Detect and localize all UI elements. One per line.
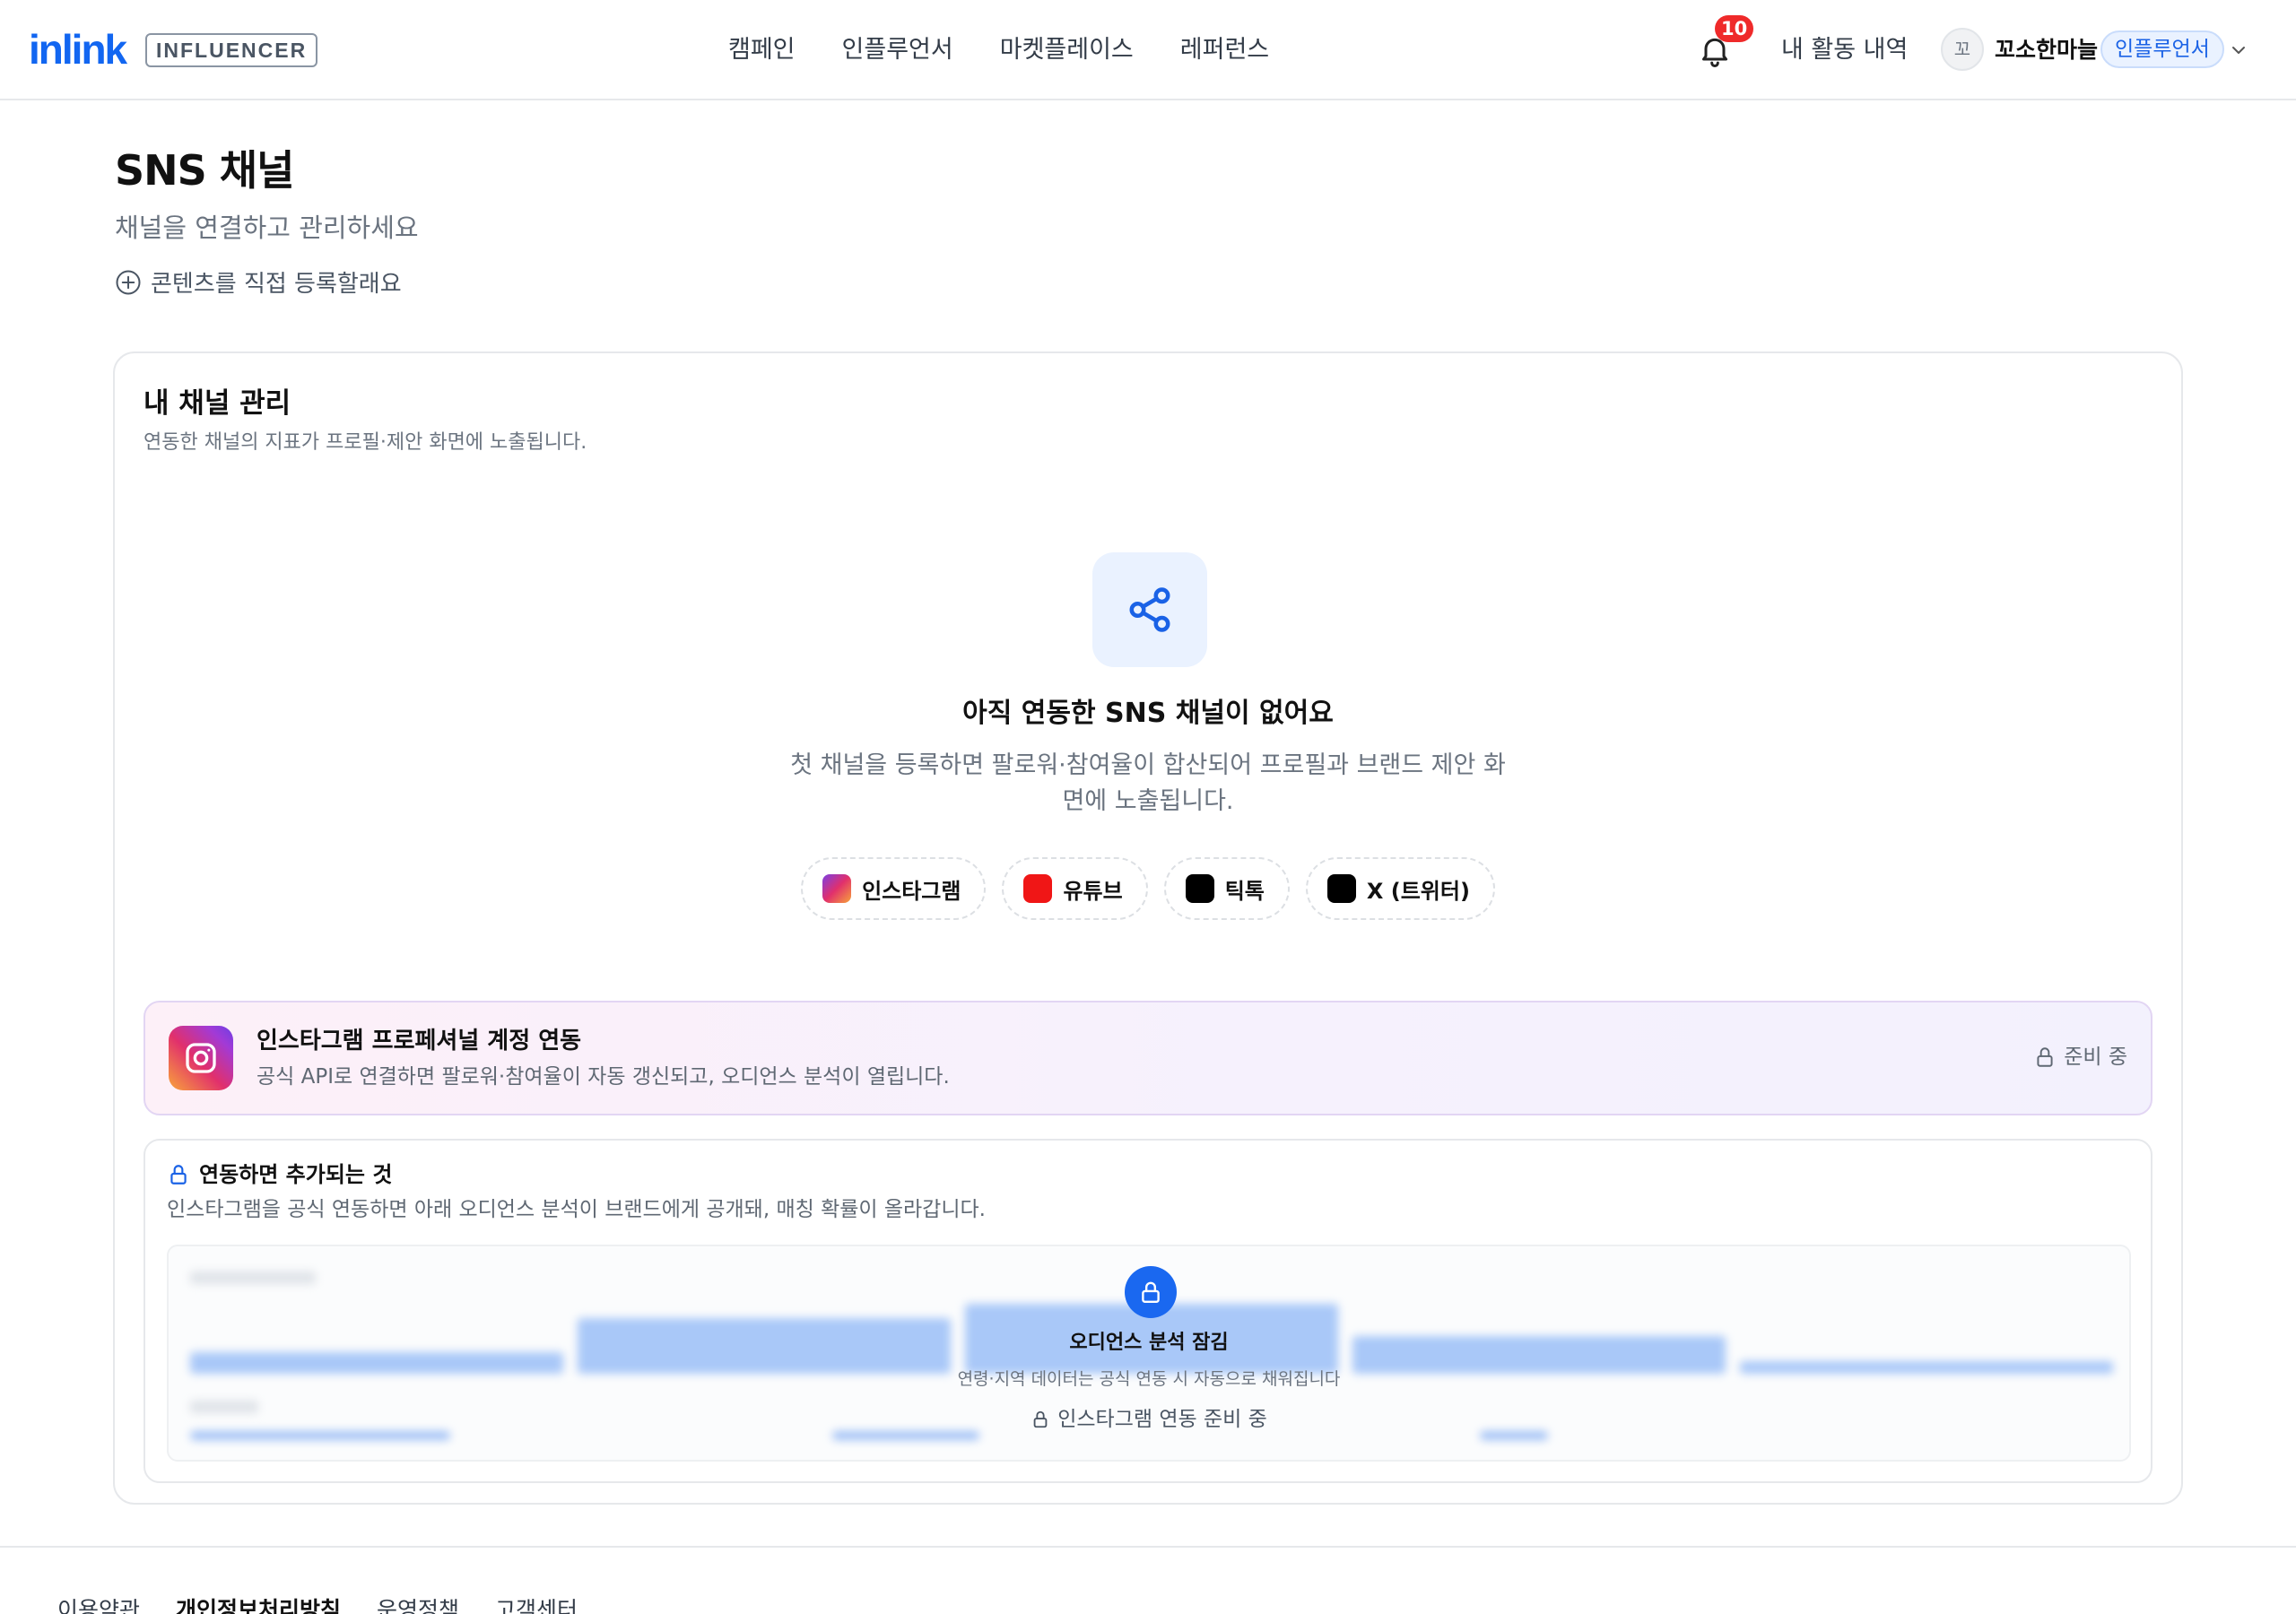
direct-register-label: 콘텐츠를 직접 등록할래요 bbox=[151, 271, 402, 298]
blurred-audience-preview: 오디언스 분석 잠김 연령·지역 데이터는 공식 연동 시 자동으로 채워집니다… bbox=[167, 1245, 2131, 1462]
nav-campaign[interactable]: 캠페인 bbox=[728, 32, 796, 68]
page-title: SNS 채널 bbox=[115, 146, 294, 195]
page-subtitle: 채널을 연결하고 관리하세요 bbox=[115, 213, 419, 243]
lock-icon bbox=[1033, 1410, 1048, 1428]
username[interactable]: 꼬소한마늘 bbox=[1995, 32, 2098, 68]
logo[interactable]: inlink bbox=[29, 27, 127, 72]
footer-terms[interactable]: 이용약관 bbox=[57, 1594, 140, 1614]
footer-support[interactable]: 고객센터 bbox=[495, 1594, 578, 1614]
chevron-down-icon[interactable] bbox=[2228, 39, 2249, 61]
pending-label: 인스타그램 연동 준비 중 bbox=[1057, 1408, 1267, 1431]
instagram-logo-icon bbox=[169, 1026, 233, 1090]
status-label: 준비 중 bbox=[2064, 1046, 2127, 1069]
empty-state-title: 아직 연동한 SNS 채널이 없어요 bbox=[962, 698, 1334, 729]
lock-overlay-description: 연령·지역 데이터는 공식 연동 시 자동으로 채워집니다 bbox=[957, 1369, 1341, 1389]
avatar[interactable]: 꼬 bbox=[1941, 28, 1984, 71]
main-nav: 캠페인 인플루언서 마켓플레이스 레퍼런스 bbox=[728, 32, 1269, 68]
lock-badge bbox=[1125, 1266, 1177, 1318]
logo-badge: INFLUENCER bbox=[145, 33, 318, 67]
footer-links: 이용약관 개인정보처리방침 운영정책 고객센터 bbox=[57, 1594, 578, 1614]
locked-analytics-box: 연동하면 추가되는 것 인스타그램을 공식 연동하면 아래 오디언스 분석이 브… bbox=[144, 1139, 2152, 1483]
youtube-icon bbox=[1023, 874, 1053, 903]
nav-influencer[interactable]: 인플루언서 bbox=[842, 32, 953, 68]
card-subtitle: 연동한 채널의 지표가 프로필·제안 화면에 노출됩니다. bbox=[144, 431, 587, 454]
top-header: inlink INFLUENCER 캠페인 인플루언서 마켓플레이스 레퍼런스 … bbox=[0, 0, 2296, 100]
channel-chip-list: 인스타그램 유튜브 틱톡 X (트위터) bbox=[115, 857, 2181, 920]
chip-label: 유튜브 bbox=[1063, 878, 1123, 904]
footer: 이용약관 개인정보처리방침 운영정책 고객센터 bbox=[0, 1546, 2296, 1614]
instagram-pro-description: 공식 API로 연결하면 팔로워·참여율이 자동 갱신되고, 오디언스 분석이 … bbox=[257, 1065, 950, 1089]
lock-overlay-title: 오디언스 분석 잠김 bbox=[1069, 1332, 1229, 1354]
channel-management-card: 내 채널 관리 연동한 채널의 지표가 프로필·제안 화면에 노출됩니다. 아직… bbox=[113, 351, 2183, 1505]
chip-label: X (트위터) bbox=[1366, 878, 1470, 904]
activity-link[interactable]: 내 활동 내역 bbox=[1781, 32, 1908, 68]
instagram-pro-banner: 인스타그램 프로페셔널 계정 연동 공식 API로 연결하면 팔로워·참여율이 … bbox=[144, 1001, 2152, 1115]
lock-icon bbox=[2037, 1047, 2053, 1067]
empty-state-description: 첫 채널을 등록하면 팔로워·참여율이 합산되어 프로필과 브랜드 제안 화면에… bbox=[790, 751, 1506, 815]
role-badge: 인플루언서 bbox=[2100, 30, 2224, 68]
instagram-pro-status: 준비 중 bbox=[2033, 1042, 2127, 1072]
lock-icon bbox=[1142, 1281, 1160, 1303]
notification-badge: 10 bbox=[1715, 15, 1754, 42]
footer-privacy[interactable]: 개인정보처리방침 bbox=[176, 1594, 341, 1614]
locked-analytics-heading: 연동하면 추가되는 것 bbox=[167, 1158, 392, 1191]
nav-marketplace[interactable]: 마켓플레이스 bbox=[1000, 32, 1134, 68]
direct-register-button[interactable]: 콘텐츠를 직접 등록할래요 bbox=[115, 265, 402, 299]
chip-youtube[interactable]: 유튜브 bbox=[1002, 857, 1148, 920]
tiktok-icon bbox=[1185, 874, 1214, 903]
chip-instagram[interactable]: 인스타그램 bbox=[801, 857, 987, 920]
plus-circle-icon bbox=[116, 270, 141, 294]
footer-policy[interactable]: 운영정책 bbox=[377, 1594, 459, 1614]
nav-reference[interactable]: 레퍼런스 bbox=[1180, 32, 1269, 68]
locked-analytics-title: 연동하면 추가되는 것 bbox=[199, 1162, 393, 1187]
instagram-icon bbox=[822, 874, 852, 903]
lock-overlay: 오디언스 분석 잠김 연령·지역 데이터는 공식 연동 시 자동으로 채워집니다… bbox=[169, 1246, 2129, 1460]
chip-label: 틱톡 bbox=[1224, 878, 1265, 904]
lock-icon bbox=[170, 1165, 187, 1184]
share-icon bbox=[1129, 587, 1170, 632]
lock-overlay-pending: 인스타그램 연동 준비 중 bbox=[169, 1404, 2129, 1435]
chip-x[interactable]: X (트위터) bbox=[1305, 857, 1495, 920]
chip-tiktok[interactable]: 틱톡 bbox=[1163, 857, 1290, 920]
locked-analytics-description: 인스타그램을 공식 연동하면 아래 오디언스 분석이 브랜드에게 공개돼, 매칭… bbox=[167, 1198, 986, 1221]
chip-label: 인스타그램 bbox=[862, 878, 961, 904]
empty-state-icon-box bbox=[1092, 552, 1207, 667]
x-icon bbox=[1326, 874, 1356, 903]
card-title: 내 채널 관리 bbox=[144, 387, 291, 420]
instagram-pro-title: 인스타그램 프로페셔널 계정 연동 bbox=[257, 1028, 582, 1054]
